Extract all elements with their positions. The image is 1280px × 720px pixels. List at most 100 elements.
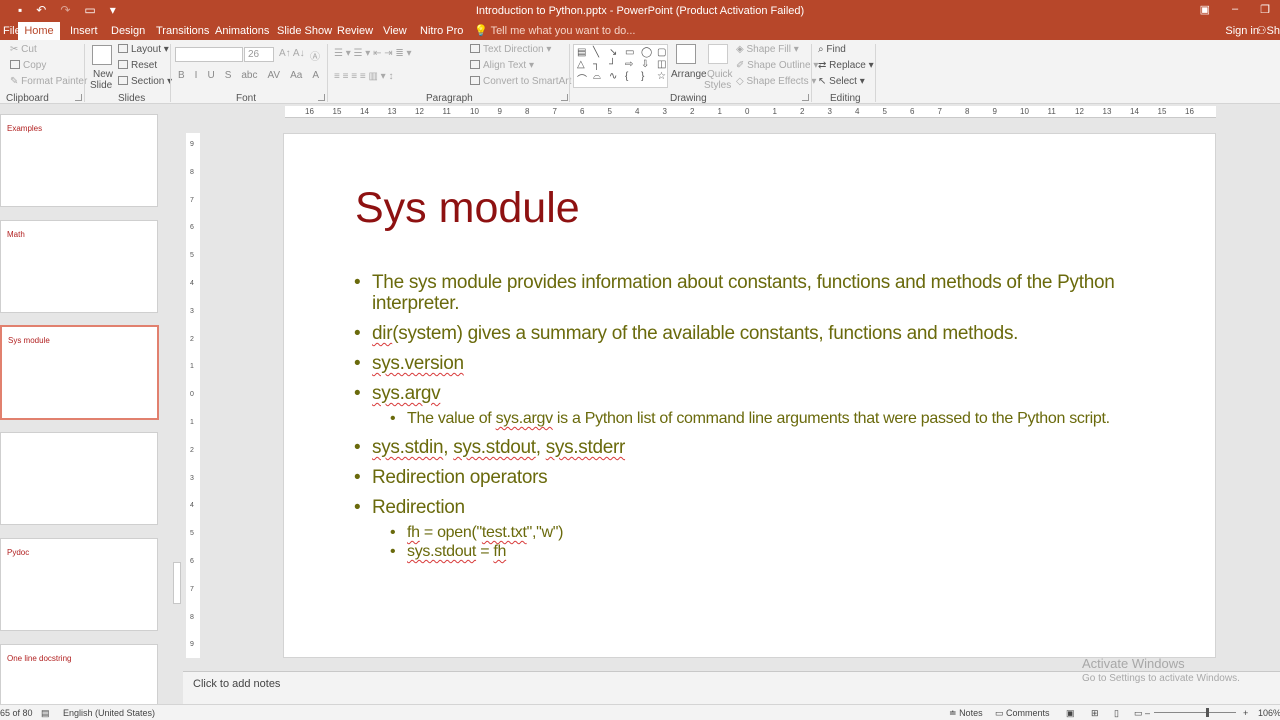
star-shape-icon[interactable]: ☆ xyxy=(657,71,671,86)
paragraph-launcher-icon[interactable] xyxy=(561,94,568,101)
elbow-shape-icon[interactable]: ┘ xyxy=(609,59,623,70)
tab-view[interactable]: View xyxy=(383,22,407,40)
find-button[interactable]: ⌕ Find xyxy=(818,44,846,55)
arrow-shape-icon[interactable]: ↘ xyxy=(609,47,623,58)
bold-icon[interactable]: B xyxy=(178,70,185,81)
slide-thumbnail[interactable]: One line docstring xyxy=(0,644,158,704)
underline-icon[interactable]: U xyxy=(207,70,214,81)
rounded-rect-shape-icon[interactable]: ▢ xyxy=(657,47,671,58)
connector-shape-icon[interactable]: ┐ xyxy=(593,59,607,70)
arc-shape-icon[interactable]: ⌓ xyxy=(593,71,607,86)
convert-smartart-button[interactable]: Convert to SmartArt ▾ xyxy=(470,76,579,87)
curve-shape-icon[interactable]: ⌒ xyxy=(577,71,591,86)
font-name-box[interactable] xyxy=(175,47,243,62)
strikethrough-icon[interactable]: abc xyxy=(241,70,257,81)
arrange-icon[interactable] xyxy=(676,44,696,64)
tab-design[interactable]: Design xyxy=(111,22,145,40)
quick-styles-icon[interactable] xyxy=(708,44,728,64)
clipboard-launcher-icon[interactable] xyxy=(75,94,82,101)
change-case-icon[interactable]: Aa xyxy=(290,70,302,81)
new-slide-label[interactable]: New xyxy=(93,69,113,80)
slide-title[interactable]: Sys module xyxy=(355,184,580,233)
slide-sorter-icon[interactable]: ⊞ xyxy=(1091,708,1099,719)
tab-transitions[interactable]: Transitions xyxy=(156,22,209,40)
comments-toggle[interactable]: ▭ Comments xyxy=(995,708,1050,719)
format-painter-button[interactable]: ✎ Format Painter xyxy=(10,76,87,87)
reading-view-icon[interactable]: ▯ xyxy=(1114,708,1119,719)
restore-icon[interactable]: ❐ xyxy=(1260,3,1270,16)
replace-button[interactable]: ⇄ Replace ▾ xyxy=(818,60,874,71)
slide-thumbnail[interactable] xyxy=(0,432,158,525)
rectangle-shape-icon[interactable]: ▭ xyxy=(625,47,639,58)
align-icons[interactable]: ≡ ≡ ≡ ≡ ▥ ▾ ↕ xyxy=(334,71,393,82)
scrollbar-thumb[interactable] xyxy=(173,562,181,604)
quick-styles-label-1[interactable]: Quick xyxy=(707,69,733,80)
zoom-out-icon[interactable]: – xyxy=(1145,708,1150,718)
slide-thumbnail[interactable]: Examples xyxy=(0,114,158,207)
zoom-in-icon[interactable]: + xyxy=(1243,708,1248,718)
slide-canvas[interactable]: Sys module The sys module provides infor… xyxy=(283,133,1216,658)
bullets-icon[interactable]: ☰ ▾ ☰ ▾ ⇤ ⇥ ≣ ▾ xyxy=(334,48,412,59)
cut-button[interactable]: ✂ Cut xyxy=(10,44,37,55)
right-arrow-shape-icon[interactable]: ⇨ xyxy=(625,59,639,70)
copy-button[interactable]: Copy xyxy=(10,60,46,71)
shadow-icon[interactable]: S xyxy=(225,70,232,81)
reset-button[interactable]: Reset xyxy=(118,60,157,71)
shape-fill-button[interactable]: ◈ Shape Fill ▾ xyxy=(736,44,799,55)
slide-thumbnail[interactable]: Math xyxy=(0,220,158,313)
tab-slide-show[interactable]: Slide Show xyxy=(277,22,332,40)
new-slide-dropdown[interactable]: Slide xyxy=(90,80,112,91)
new-slide-icon[interactable] xyxy=(92,45,112,65)
select-button[interactable]: ↖ Select ▾ xyxy=(818,76,865,87)
tab-review[interactable]: Review xyxy=(337,22,373,40)
clear-formatting-icon[interactable]: Ⓐ xyxy=(310,48,320,63)
line-shape-icon[interactable]: ╲ xyxy=(593,47,607,58)
language-indicator[interactable]: English (United States) xyxy=(63,708,155,718)
sign-in-link[interactable]: Sign in xyxy=(1225,22,1259,40)
textbox-shape-icon[interactable]: ▤ xyxy=(577,47,591,58)
zoom-level[interactable]: 106% xyxy=(1258,708,1280,718)
brace-right-shape-icon[interactable]: } xyxy=(641,71,655,86)
tab-insert[interactable]: Insert xyxy=(70,22,98,40)
arrange-button[interactable]: Arrange xyxy=(671,69,707,80)
minimize-icon[interactable]: – xyxy=(1232,3,1238,16)
align-text-button[interactable]: Align Text ▾ xyxy=(470,60,534,71)
tab-nitro-pro[interactable]: Nitro Pro xyxy=(420,22,463,40)
ribbon-display-icon[interactable]: ▣ xyxy=(1200,3,1210,16)
tab-file[interactable]: File xyxy=(3,22,21,40)
brace-shape-icon[interactable]: { xyxy=(625,71,639,86)
slide-body[interactable]: The sys module provides information abou… xyxy=(354,272,1194,570)
shape-outline-button[interactable]: ✐ Shape Outline ▾ xyxy=(736,60,818,71)
font-size-box[interactable]: 26 xyxy=(244,47,274,62)
shape-effects-button[interactable]: ◇ Shape Effects ▾ xyxy=(736,76,816,87)
tab-animations[interactable]: Animations xyxy=(215,22,269,40)
tab-home[interactable]: Home xyxy=(18,22,60,40)
triangle-shape-icon[interactable]: △ xyxy=(577,59,591,70)
font-launcher-icon[interactable] xyxy=(318,94,325,101)
slideshow-view-icon[interactable]: ▭ xyxy=(1134,708,1143,719)
drawing-launcher-icon[interactable] xyxy=(802,94,809,101)
section-button[interactable]: Section ▾ xyxy=(118,76,172,87)
callout-shape-icon[interactable]: ◫ xyxy=(657,59,671,70)
font-color-icon[interactable]: A xyxy=(312,70,319,81)
oval-shape-icon[interactable]: ◯ xyxy=(641,47,655,58)
spellcheck-icon[interactable]: ▤ xyxy=(41,708,50,719)
zoom-slider-track[interactable] xyxy=(1154,712,1236,713)
grow-font-icon[interactable]: A↑ A↓ xyxy=(279,48,305,59)
horizontal-ruler[interactable]: 16 15 14 13 12 11 10 9 8 7 6 5 4 3 2 1 0 1 2 3 4 5 6 7 8 9 10 11 12 1… xyxy=(285,106,1216,118)
quick-styles-label-2[interactable]: Styles xyxy=(704,80,731,91)
tell-me-search[interactable]: 💡 Tell me what you want to do... xyxy=(474,22,635,40)
text-direction-button[interactable]: Text Direction ▾ xyxy=(470,44,551,55)
slide-thumbnail[interactable]: Pydoc xyxy=(0,538,158,631)
share-button[interactable]: ⚇Sh xyxy=(1257,22,1280,40)
slide-thumbnail-selected[interactable]: Sys module xyxy=(0,325,159,420)
char-spacing-icon[interactable]: AV xyxy=(267,70,280,81)
shapes-gallery[interactable]: ▤ ╲ ↘ ▭ ◯ ▢ △ ┐ ┘ ⇨ ⇩ ◫ ⌒ ⌓ ∿ { } ☆ xyxy=(573,44,668,88)
wave-shape-icon[interactable]: ∿ xyxy=(609,71,623,86)
italic-icon[interactable]: I xyxy=(195,70,198,81)
vertical-ruler[interactable]: 9 8 7 6 5 4 3 2 1 0 1 2 3 4 5 6 7 8 9 xyxy=(186,133,200,658)
thumbnail-scrollbar[interactable] xyxy=(171,104,183,704)
notes-toggle[interactable]: ≐ Notes xyxy=(949,708,983,719)
down-arrow-shape-icon[interactable]: ⇩ xyxy=(641,59,655,70)
zoom-slider-handle[interactable] xyxy=(1206,708,1209,717)
